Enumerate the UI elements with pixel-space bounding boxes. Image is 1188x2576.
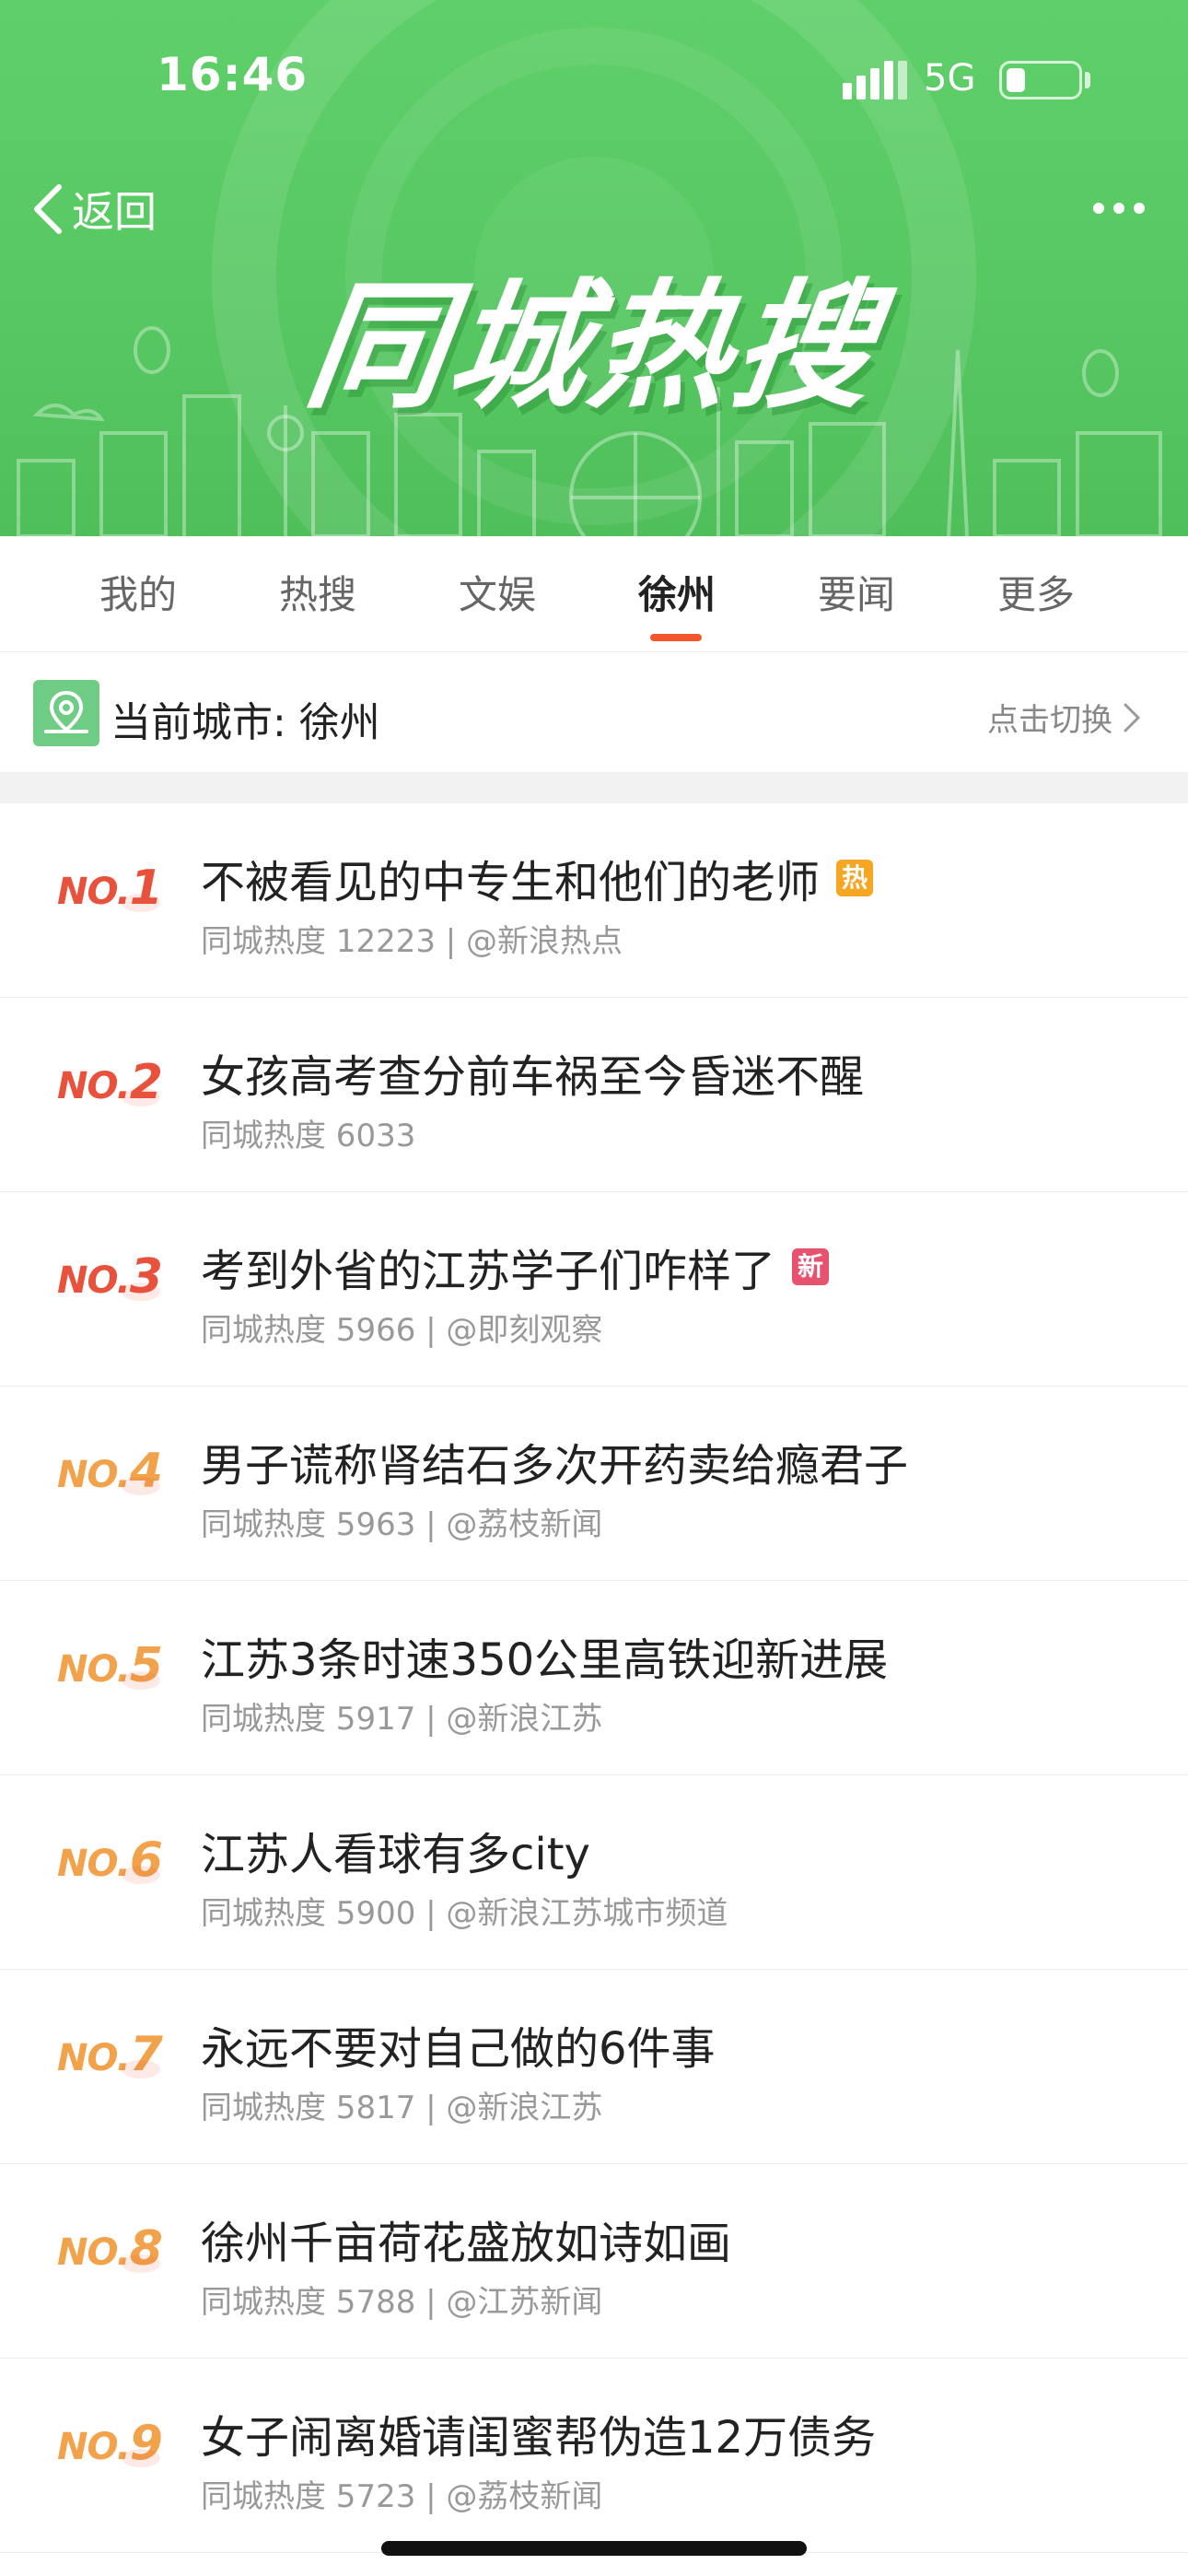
rank-decoration	[122, 2449, 160, 2467]
list-item[interactable]: NO.8 徐州千亩荷花盛放如诗如画 同城热度 5788 | @江苏新闻	[0, 2164, 1188, 2359]
item-title: 江苏3条时速350公里高铁迎新进展	[201, 1634, 889, 1686]
tab-mine[interactable]: 我的	[74, 564, 203, 620]
network-label: 5G	[924, 57, 976, 100]
tab-hot-search[interactable]: 热搜	[253, 564, 382, 620]
item-title: 不被看见的中专生和他们的老师热	[201, 846, 874, 910]
list-item[interactable]: NO.1 不被看见的中专生和他们的老师热 同城热度 12223 | @新浪热点	[0, 803, 1188, 998]
rank-decoration	[122, 1671, 160, 1690]
battery-icon	[999, 61, 1082, 100]
list-item[interactable]: NO.4 男子谎称肾结石多次开药卖给瘾君子 同城热度 5963 | @荔枝新闻	[0, 1387, 1188, 1581]
back-label: 返回	[72, 187, 157, 237]
rank-decoration	[122, 2060, 160, 2078]
banner-title: 同城热搜	[297, 267, 888, 427]
switch-city-button[interactable]: 点击切换	[987, 695, 1142, 740]
tab-more[interactable]: 更多	[972, 564, 1101, 620]
rank-decoration	[122, 1477, 160, 1495]
chevron-right-icon	[1124, 703, 1140, 732]
status-time: 16:46	[157, 48, 309, 101]
item-title: 江苏人看球有多city	[201, 1829, 590, 1880]
hot-search-list: NO.1 不被看见的中专生和他们的老师热 同城热度 12223 | @新浪热点 …	[0, 803, 1188, 2553]
tab-entertainment[interactable]: 文娱	[433, 564, 562, 620]
list-item[interactable]: NO.6 江苏人看球有多city 同城热度 5900 | @新浪江苏城市频道	[0, 1775, 1188, 1970]
hot-badge: 热	[836, 860, 874, 896]
item-title: 考到外省的江苏学子们咋样了新	[201, 1235, 830, 1299]
tab-xuzhou[interactable]: 徐州	[612, 564, 741, 620]
item-title: 男子谎称肾结石多次开药卖给瘾君子	[201, 1440, 909, 1492]
status-bar: 16:46 5G	[0, 0, 1188, 138]
current-city-label: 当前城市: 徐州	[111, 699, 380, 746]
list-item[interactable]: NO.5 江苏3条时速350公里高铁迎新进展 同城热度 5917 | @新浪江苏	[0, 1581, 1188, 1775]
dot-icon	[1093, 203, 1104, 214]
signal-icon	[843, 61, 907, 100]
item-meta: 同城热度 5966 | @即刻观察	[201, 1312, 603, 1349]
item-meta: 同城热度 5723 | @荔枝新闻	[201, 2478, 603, 2515]
item-meta: 同城热度 5917 | @新浪江苏	[201, 1701, 603, 1738]
section-divider	[0, 772, 1188, 803]
item-title: 女孩高考查分前车祸至今昏迷不醒	[201, 1051, 865, 1103]
item-title: 女子闹离婚请闺蜜帮伪造12万债务	[201, 2412, 877, 2464]
item-meta: 同城热度 6033	[201, 1118, 416, 1154]
list-item[interactable]: NO.7 永远不要对自己做的6件事 同城热度 5817 | @新浪江苏	[0, 1970, 1188, 2164]
more-options-button[interactable]	[1082, 181, 1156, 236]
item-title: 永远不要对自己做的6件事	[201, 2023, 716, 2075]
item-meta: 同城热度 5788 | @江苏新闻	[201, 2284, 603, 2321]
item-meta: 同城热度 5963 | @荔枝新闻	[201, 1506, 603, 1543]
location-pin-icon	[33, 680, 99, 746]
item-title: 徐州千亩荷花盛放如诗如画	[201, 2218, 732, 2269]
rank-decoration	[122, 1866, 160, 1884]
back-button[interactable]: 返回	[28, 177, 157, 241]
home-indicator[interactable]	[381, 2541, 807, 2556]
dot-icon	[1113, 203, 1124, 214]
channel-tabs: 我的 热搜 文娱 徐州 要闻 更多	[0, 536, 1188, 652]
tab-news[interactable]: 要闻	[792, 564, 921, 620]
current-city-row: 当前城市: 徐州 点击切换	[0, 652, 1188, 772]
switch-city-label: 点击切换	[987, 702, 1112, 739]
rank-decoration	[122, 2254, 160, 2273]
battery-cap	[1085, 72, 1090, 88]
header-banner: 16:46 5G 返回 同城热搜	[0, 0, 1188, 536]
active-tab-indicator	[650, 634, 702, 641]
list-item[interactable]: NO.2 女孩高考查分前车祸至今昏迷不醒 同城热度 6033	[0, 998, 1188, 1192]
rank-decoration	[122, 1088, 160, 1107]
chevron-left-icon	[34, 184, 62, 234]
list-item[interactable]: NO.3 考到外省的江苏学子们咋样了新 同城热度 5966 | @即刻观察	[0, 1192, 1188, 1387]
list-item[interactable]: NO.9 女子闹离婚请闺蜜帮伪造12万债务 同城热度 5723 | @荔枝新闻	[0, 2359, 1188, 2553]
new-badge: 新	[792, 1248, 830, 1285]
dot-icon	[1134, 203, 1145, 214]
item-meta: 同城热度 5817 | @新浪江苏	[201, 2090, 603, 2126]
item-meta: 同城热度 12223 | @新浪热点	[201, 923, 623, 960]
rank-decoration	[122, 894, 160, 912]
rank-decoration	[122, 1282, 160, 1301]
item-meta: 同城热度 5900 | @新浪江苏城市频道	[201, 1895, 728, 1932]
